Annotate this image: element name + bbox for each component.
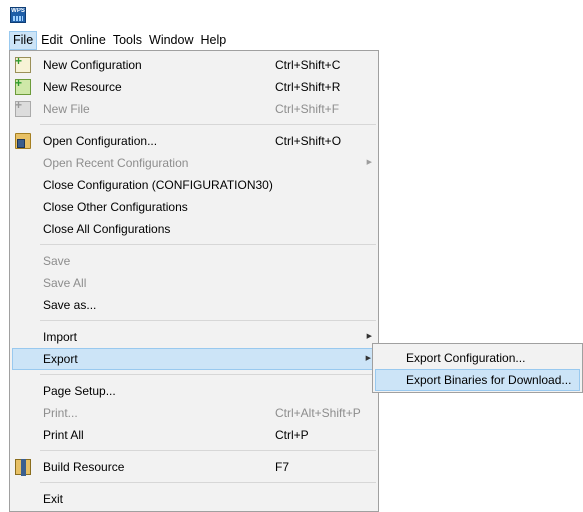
print-label: Print... <box>43 406 78 420</box>
app-icon-label: WPS <box>11 8 25 14</box>
submenu-arrow-icon: ▶ <box>365 355 371 362</box>
new-file-label: New File <box>43 102 90 116</box>
menu-separator <box>40 244 376 245</box>
new-configuration-shortcut: Ctrl+Shift+C <box>275 58 341 72</box>
menu-window[interactable]: Window <box>146 31 196 50</box>
new-configuration-label: New Configuration <box>43 58 142 72</box>
menu-separator <box>40 482 376 483</box>
close-other-configurations-label: Close Other Configurations <box>43 200 188 214</box>
save-as-item[interactable]: Save as... <box>12 294 376 316</box>
export-binaries-item[interactable]: Export Binaries for Download... <box>375 369 580 391</box>
submenu-arrow-icon: ▶ <box>366 159 372 166</box>
print-all-item[interactable]: Print All Ctrl+P <box>12 424 376 446</box>
exit-label: Exit <box>43 492 64 506</box>
menu-file[interactable]: File <box>9 31 38 50</box>
menu-bar: File Edit Online Tools Window Help <box>0 30 379 51</box>
menu-separator <box>40 320 376 321</box>
save-label: Save <box>43 254 71 268</box>
open-recent-configuration-label: Open Recent Configuration <box>43 156 189 170</box>
export-submenu: Export Configuration... Export Binaries … <box>372 343 583 393</box>
export-item[interactable]: Export ▶ <box>12 348 376 370</box>
import-item[interactable]: Import ▶ <box>12 326 376 348</box>
open-configuration-label: Open Configuration... <box>43 134 158 148</box>
close-all-configurations-label: Close All Configurations <box>43 222 171 236</box>
menu-help[interactable]: Help <box>198 31 230 50</box>
menu-separator <box>40 124 376 125</box>
print-shortcut: Ctrl+Alt+Shift+P <box>275 406 361 420</box>
print-all-label: Print All <box>43 428 84 442</box>
new-file-item[interactable]: + New File Ctrl+Shift+F <box>12 98 376 120</box>
new-configuration-item[interactable]: + New Configuration Ctrl+Shift+C <box>12 54 376 76</box>
export-binaries-label: Export Binaries for Download... <box>406 373 572 387</box>
menu-edit[interactable]: Edit <box>38 31 66 50</box>
new-file-icon: + <box>15 99 31 117</box>
menu-online[interactable]: Online <box>67 31 109 50</box>
close-other-configurations-item[interactable]: Close Other Configurations <box>12 196 376 218</box>
menu-separator <box>40 374 376 375</box>
open-configuration-icon <box>15 133 31 149</box>
save-all-label: Save All <box>43 276 87 290</box>
open-recent-configuration-item[interactable]: Open Recent Configuration ▶ <box>12 152 376 174</box>
new-resource-item[interactable]: + New Resource Ctrl+Shift+R <box>12 76 376 98</box>
print-item[interactable]: Print... Ctrl+Alt+Shift+P <box>12 402 376 424</box>
build-resource-item[interactable]: Build Resource F7 <box>12 456 376 478</box>
new-resource-label: New Resource <box>43 80 122 94</box>
save-all-item[interactable]: Save All <box>12 272 376 294</box>
export-configuration-label: Export Configuration... <box>406 351 526 365</box>
app-icon[interactable]: WPS <box>10 7 26 23</box>
exit-item[interactable]: Exit <box>12 488 376 510</box>
open-configuration-shortcut: Ctrl+Shift+O <box>275 134 342 148</box>
menu-tools[interactable]: Tools <box>110 31 145 50</box>
new-resource-icon: + <box>15 77 31 95</box>
build-resource-shortcut: F7 <box>275 460 290 474</box>
close-all-configurations-item[interactable]: Close All Configurations <box>12 218 376 240</box>
close-configuration-item[interactable]: Close Configuration (CONFIGURATION30) <box>12 174 376 196</box>
new-configuration-icon: + <box>15 55 31 73</box>
page-setup-label: Page Setup... <box>43 384 116 398</box>
menu-separator <box>40 450 376 451</box>
build-resource-icon <box>15 459 31 476</box>
open-configuration-item[interactable]: Open Configuration... Ctrl+Shift+O <box>12 130 376 152</box>
close-configuration-label: Close Configuration (CONFIGURATION30) <box>43 178 273 192</box>
export-label: Export <box>43 352 78 366</box>
new-resource-shortcut: Ctrl+Shift+R <box>275 80 341 94</box>
file-menu-dropdown: + New Configuration Ctrl+Shift+C + New R… <box>9 50 379 512</box>
save-as-label: Save as... <box>43 298 97 312</box>
new-file-shortcut: Ctrl+Shift+F <box>275 102 340 116</box>
app-icon-stripe <box>13 16 23 21</box>
save-item[interactable]: Save <box>12 250 376 272</box>
print-all-shortcut: Ctrl+P <box>275 428 309 442</box>
build-resource-label: Build Resource <box>43 460 125 474</box>
export-configuration-item[interactable]: Export Configuration... <box>375 347 580 369</box>
page-setup-item[interactable]: Page Setup... <box>12 380 376 402</box>
import-label: Import <box>43 330 78 344</box>
